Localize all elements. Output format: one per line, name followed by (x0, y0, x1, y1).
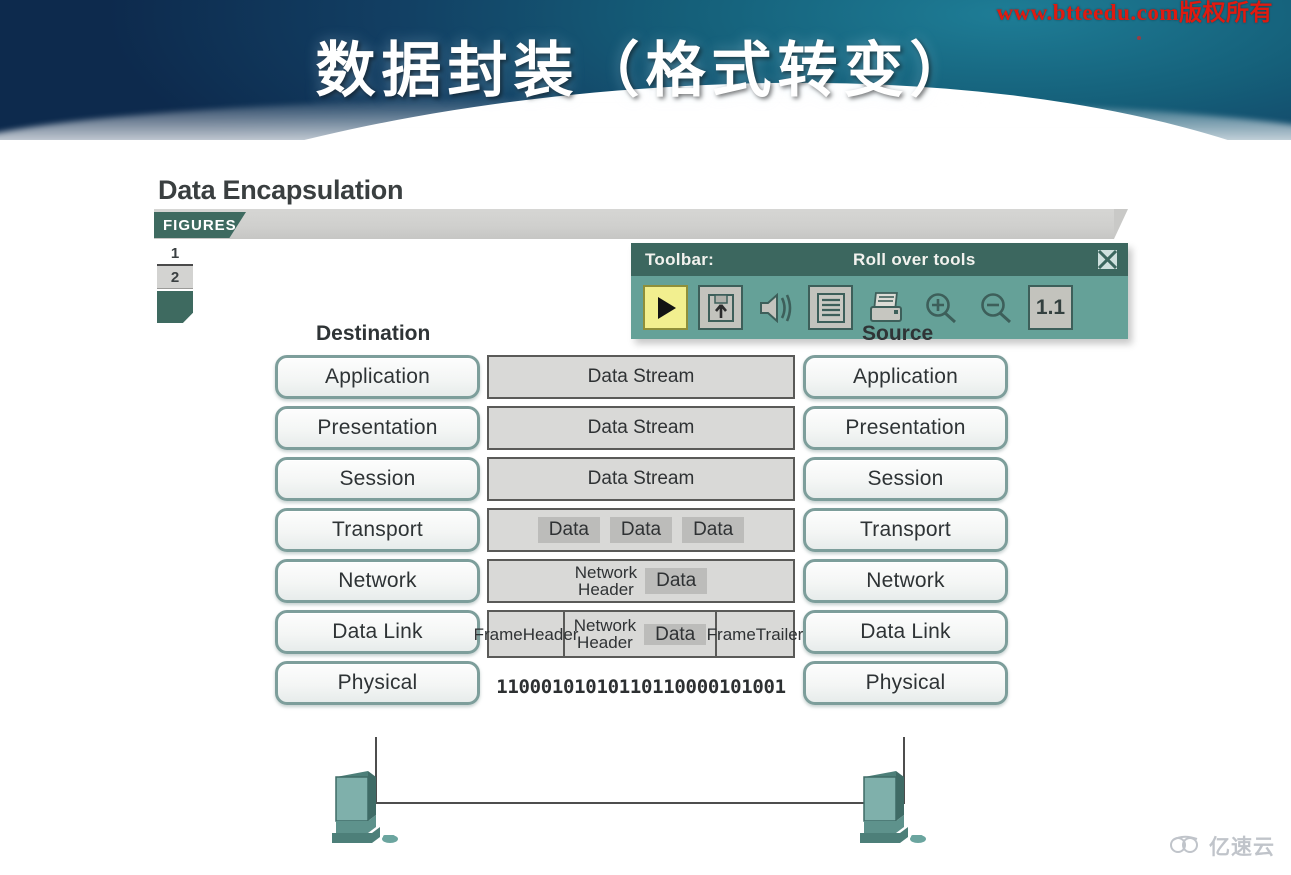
frame-header-cell: Frame Header (474, 612, 578, 656)
source-column-header: Source (862, 322, 934, 345)
page-tab-list: 1 2 (157, 243, 193, 289)
network-link-line (375, 802, 905, 804)
pdu-column: Data Stream Data Stream Data Stream Data… (474, 355, 804, 709)
network-header-line2: Header (578, 580, 634, 599)
page-tab-footer-decoration (157, 291, 193, 323)
toolbar-hint-label: Roll over tools (853, 249, 976, 269)
osi-layer-session[interactable]: Session (803, 457, 1008, 501)
watermark-dot (1137, 36, 1141, 40)
slide-header: 数据封装（格式转变） www.btteedu.com版权所有 (0, 0, 1291, 140)
save-icon[interactable] (698, 285, 743, 330)
play-icon[interactable] (643, 285, 688, 330)
page-tab-1[interactable]: 1 (157, 243, 193, 266)
frame-trailer-line2: Trailer (755, 624, 804, 644)
segment-data-1: Data (537, 517, 600, 543)
osi-layer-network[interactable]: Network (275, 559, 480, 603)
frame-header-line1: Frame (473, 624, 523, 644)
destination-osi-stack: Application Presentation Session Transpo… (275, 355, 480, 712)
pdu-network-packet: Network Header Data (487, 559, 795, 603)
osi-layer-session[interactable]: Session (275, 457, 480, 501)
pdu-data-link-frame: Frame Header Network Header Data Frame T… (474, 610, 804, 658)
destination-pc-icon (328, 765, 423, 847)
toolbar-label: Toolbar: (645, 249, 715, 269)
osi-layer-presentation[interactable]: Presentation (275, 406, 480, 450)
segment-data-3: Data (682, 517, 745, 543)
osi-layer-application[interactable]: Application (275, 355, 480, 399)
osi-layer-transport[interactable]: Transport (803, 508, 1008, 552)
pdu-session-data-stream: Data Stream (487, 457, 795, 501)
figure-title: Data Encapsulation (158, 175, 404, 205)
watermark-bottom-text: 亿速云 (1209, 836, 1275, 859)
watermark-top-text: www.btteedu.com版权所有 (996, 0, 1273, 25)
network-header-label: Network Header (575, 564, 637, 598)
segment-data-2: Data (609, 517, 673, 543)
pdu-application-data-stream: Data Stream (487, 355, 795, 399)
osi-layer-presentation[interactable]: Presentation (803, 406, 1008, 450)
osi-layer-data-link[interactable]: Data Link (275, 610, 480, 654)
source-osi-stack: Application Presentation Session Transpo… (803, 355, 1008, 712)
osi-layer-data-link[interactable]: Data Link (803, 610, 1008, 654)
osi-layer-physical[interactable]: Physical (275, 661, 480, 705)
text-icon[interactable] (808, 285, 853, 330)
osi-layer-transport[interactable]: Transport (275, 508, 480, 552)
watermark-bottom: 亿速云 (1169, 831, 1275, 861)
osi-layer-physical[interactable]: Physical (803, 661, 1008, 705)
destination-column-header: Destination (316, 322, 431, 345)
frame-trailer-cell: Frame Trailer (707, 612, 804, 656)
zoom-out-icon[interactable] (973, 285, 1018, 330)
source-pc-icon (856, 765, 951, 847)
pdu-presentation-data-stream: Data Stream (487, 406, 795, 450)
close-icon[interactable] (1097, 249, 1118, 270)
pdu-transport-segments: Data Data Data (487, 508, 795, 552)
osi-layer-network[interactable]: Network (803, 559, 1008, 603)
frame-network-line2: Header (577, 633, 633, 652)
frame-payload-cell: Network Header Data (565, 612, 717, 656)
speaker-icon[interactable] (753, 285, 798, 330)
figures-toolbar-bar (154, 209, 1128, 239)
scale-button[interactable]: 1.1 (1028, 285, 1073, 330)
cloud-icon (1169, 834, 1203, 859)
frame-data-payload: Data (644, 623, 707, 645)
page-tab-2[interactable]: 2 (157, 266, 193, 289)
scale-label: 1.1 (1035, 295, 1066, 319)
frame-network-header-label: Network Header (574, 617, 636, 651)
page-title: 数据封装（格式转变） (315, 36, 976, 106)
pdu-physical-bits: 11000101010110110000101001 (496, 676, 786, 698)
frame-trailer-line1: Frame (706, 624, 756, 644)
network-data-payload: Data (645, 568, 708, 594)
osi-layer-application[interactable]: Application (803, 355, 1008, 399)
toolbar-titlebar: Toolbar: Roll over tools (631, 243, 1128, 276)
